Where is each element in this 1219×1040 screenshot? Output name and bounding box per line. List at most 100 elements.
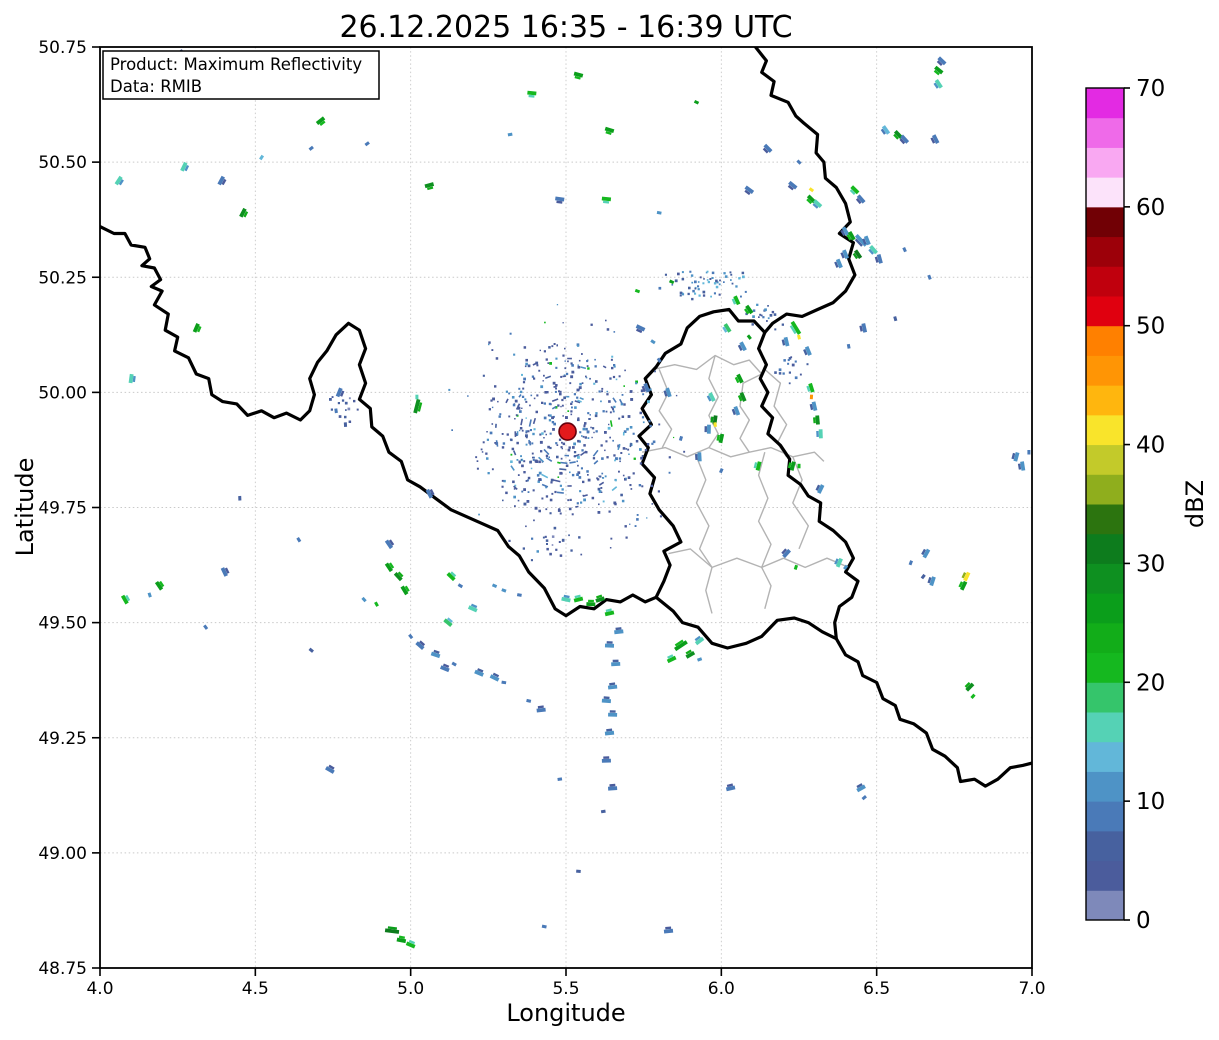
clutter-speck (555, 358, 557, 360)
clutter-arc (612, 487, 617, 491)
echo-dash (608, 788, 617, 789)
clutter-speck (598, 504, 600, 506)
clutter-speck (562, 405, 564, 407)
clutter-speck (570, 375, 573, 378)
speckle (742, 272, 745, 275)
echo-dash (602, 199, 611, 200)
clutter-speck (503, 442, 505, 444)
clutter-speck (555, 367, 557, 369)
clutter-speck (601, 444, 603, 446)
clutter-speck (550, 433, 552, 435)
speckle (730, 271, 732, 273)
clutter-speck (636, 518, 639, 521)
clutter-speck (633, 472, 635, 474)
clutter-speck (564, 348, 566, 350)
clutter-speck (549, 447, 551, 449)
echo-dash (799, 335, 800, 339)
clutter-speck (522, 396, 524, 398)
clutter-speck (623, 385, 625, 387)
colorbar-cell (1086, 534, 1124, 564)
clutter-arc (570, 462, 576, 463)
speckle (555, 549, 557, 551)
y-tick-label: 49.00 (38, 844, 87, 864)
clutter-speck (514, 418, 516, 420)
echo-dash (657, 212, 661, 213)
echo-dash (502, 590, 506, 592)
echo-dash (797, 161, 800, 164)
clutter-speck (561, 446, 563, 448)
clutter-speck (592, 427, 594, 429)
clutter-arc (542, 474, 548, 477)
echo-dash (715, 422, 716, 426)
echo-dash (458, 585, 462, 587)
echo-dash (605, 733, 614, 734)
clutter-speck (651, 485, 653, 487)
clutter-speck (532, 457, 534, 459)
clutter-speck (569, 460, 571, 462)
clutter-speck (487, 439, 489, 441)
clutter-speck (669, 472, 671, 474)
clutter-speck (595, 412, 597, 414)
clutter-speck (527, 430, 529, 432)
echo-dash (651, 341, 655, 344)
clutter-speck (513, 354, 515, 356)
speckle (716, 286, 719, 289)
colorbar-cell (1086, 712, 1124, 742)
colorbar-cell (1086, 890, 1124, 920)
speckle (680, 294, 682, 296)
clutter-speck (599, 390, 601, 392)
clutter-speck (605, 440, 607, 442)
clutter-arc (620, 399, 622, 403)
x-axis: 4.04.55.05.56.06.57.0 (86, 968, 1045, 999)
colorbar-cell (1086, 653, 1124, 683)
clutter-arc (559, 469, 566, 470)
echo-dash (537, 710, 546, 711)
speckle (766, 320, 768, 322)
speckle (344, 416, 347, 419)
echo-dash (605, 129, 614, 132)
clutter-speck (642, 416, 644, 418)
echo-dash (375, 602, 377, 606)
clutter-speck (556, 456, 559, 459)
speckle (692, 290, 695, 293)
speckle (560, 554, 563, 557)
echo-dash (810, 188, 814, 191)
clutter-speck (611, 359, 613, 361)
clutter-speck (544, 417, 547, 420)
clutter-speck (524, 398, 526, 400)
speckle (349, 421, 352, 424)
colorbar-cell (1086, 296, 1124, 326)
clutter-speck (630, 398, 633, 401)
clutter-speck (639, 448, 642, 451)
echo-dash (922, 575, 925, 579)
speckle (691, 274, 693, 276)
clutter-speck (491, 349, 493, 351)
clutter-speck (601, 457, 604, 460)
clutter-speck (549, 457, 551, 459)
clutter-speck (642, 393, 644, 395)
colorbar-cell (1086, 831, 1124, 861)
clutter-speck (544, 350, 546, 352)
clutter-speck (538, 370, 540, 372)
clutter-speck (544, 402, 546, 404)
clutter-speck (629, 484, 631, 486)
clutter-speck (502, 446, 504, 448)
echo-dash-secondary (814, 417, 815, 423)
clutter-speck (579, 360, 581, 362)
grid-layer (100, 47, 1032, 968)
clutter-speck (527, 500, 530, 503)
clutter-speck (610, 538, 612, 540)
region-border (709, 356, 718, 448)
clutter-speck (485, 453, 487, 455)
clutter-arc (560, 463, 567, 464)
clutter-speck (585, 428, 588, 431)
clutter-speck (530, 429, 532, 431)
clutter-speck (587, 431, 590, 434)
clutter-speck (551, 493, 553, 495)
clutter-arc (529, 440, 531, 445)
region-border (659, 369, 671, 447)
echo-dash (817, 416, 818, 425)
speckle (795, 376, 798, 379)
echo-dash (972, 695, 975, 698)
echo-dash (260, 156, 263, 160)
